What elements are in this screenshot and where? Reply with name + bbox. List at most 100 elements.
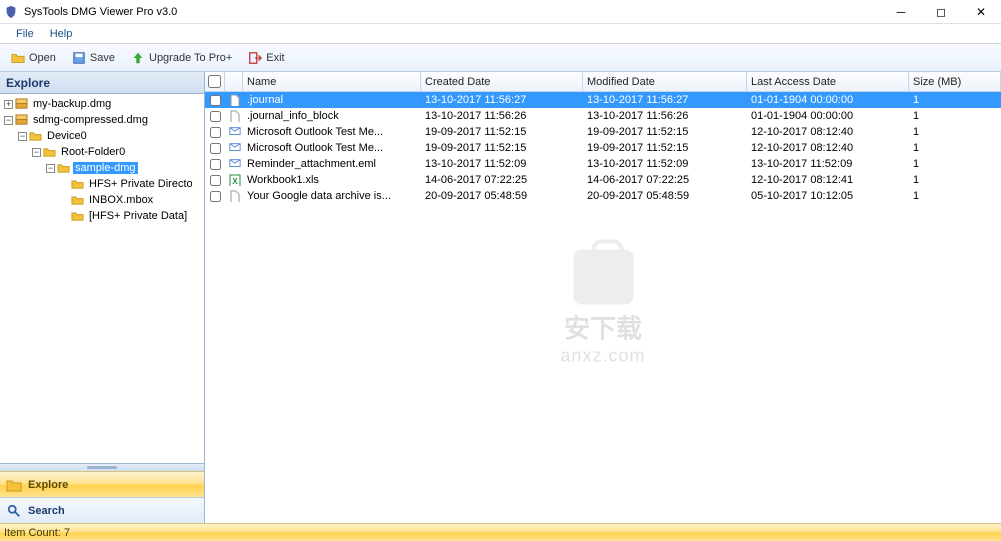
nav-search[interactable]: Search (0, 497, 204, 523)
tree-node[interactable]: − sdmg-compressed.dmg (0, 112, 204, 128)
tree-node[interactable]: + my-backup.dmg (0, 96, 204, 112)
row-checkbox[interactable] (205, 191, 225, 202)
window-title: SysTools DMG Viewer Pro v3.0 (24, 6, 881, 18)
cell-name: .journal_info_block (243, 110, 421, 122)
row-checkbox[interactable] (205, 143, 225, 154)
row-checkbox[interactable] (205, 127, 225, 138)
header-created[interactable]: Created Date (421, 72, 583, 91)
cell-created: 19-09-2017 11:52:15 (421, 126, 583, 138)
cell-access: 12-10-2017 08:12:41 (747, 174, 909, 186)
nav-explore-label: Explore (28, 479, 68, 491)
cell-created: 20-09-2017 05:48:59 (421, 190, 583, 202)
cell-name: Microsoft Outlook Test Me... (243, 126, 421, 138)
save-icon (72, 51, 86, 65)
expand-toggle[interactable]: + (4, 100, 13, 109)
cell-created: 14-06-2017 07:22:25 (421, 174, 583, 186)
cell-access: 01-01-1904 00:00:00 (747, 94, 909, 106)
cell-access: 05-10-2017 10:12:05 (747, 190, 909, 202)
tree-node-label: HFS+ Private Directo (87, 178, 195, 190)
exit-button[interactable]: Exit (241, 48, 291, 68)
tree-view[interactable]: +my-backup.dmg−sdmg-compressed.dmg−Devic… (0, 94, 204, 463)
tree-node-label: [HFS+ Private Data] (87, 210, 189, 222)
search-icon (6, 504, 22, 518)
table-row[interactable]: Your Google data archive is...20-09-2017… (205, 188, 1001, 204)
sidebar: Explore +my-backup.dmg−sdmg-compressed.d… (0, 72, 205, 523)
tree-node[interactable]: [HFS+ Private Data] (0, 208, 204, 224)
close-button[interactable]: ✕ (961, 0, 1001, 24)
tree-node-label: INBOX.mbox (87, 194, 155, 206)
item-count: Item Count: 7 (4, 527, 70, 539)
cell-created: 19-09-2017 11:52:15 (421, 142, 583, 154)
table-row[interactable]: .journal13-10-2017 11:56:2713-10-2017 11… (205, 92, 1001, 108)
cell-size: 1 (909, 190, 1001, 202)
row-checkbox[interactable] (205, 111, 225, 122)
exit-icon (248, 51, 262, 65)
table-row[interactable]: XWorkbook1.xls14-06-2017 07:22:2514-06-2… (205, 172, 1001, 188)
tree-node-label: sample-dmg (73, 162, 138, 174)
cell-access: 13-10-2017 11:52:09 (747, 158, 909, 170)
file-list: Name Created Date Modified Date Last Acc… (205, 72, 1001, 523)
cell-modified: 13-10-2017 11:56:27 (583, 94, 747, 106)
list-body[interactable]: 安下载 anxz.com .journal13-10-2017 11:56:27… (205, 92, 1001, 523)
folder-icon (71, 194, 84, 206)
cell-name: Workbook1.xls (243, 174, 421, 186)
save-label: Save (90, 52, 115, 64)
cell-access: 12-10-2017 08:12:40 (747, 142, 909, 154)
cell-created: 13-10-2017 11:56:27 (421, 94, 583, 106)
file-type-icon (225, 190, 243, 202)
save-button[interactable]: Save (65, 48, 122, 68)
header-access[interactable]: Last Access Date (747, 72, 909, 91)
upgrade-button[interactable]: Upgrade To Pro+ (124, 48, 239, 68)
exit-label: Exit (266, 52, 284, 64)
header-name[interactable]: Name (243, 72, 421, 91)
sidebar-header: Explore (0, 72, 204, 94)
table-row[interactable]: Microsoft Outlook Test Me...19-09-2017 1… (205, 124, 1001, 140)
watermark: 安下载 anxz.com (560, 249, 645, 366)
app-icon (4, 5, 18, 19)
header-icon-col (225, 72, 243, 91)
header-checkbox[interactable] (205, 72, 225, 91)
nav-search-label: Search (28, 505, 65, 517)
table-row[interactable]: Reminder_attachment.eml13-10-2017 11:52:… (205, 156, 1001, 172)
expand-toggle[interactable]: − (32, 148, 41, 157)
menu-help[interactable]: Help (42, 26, 81, 42)
row-checkbox[interactable] (205, 175, 225, 186)
cell-access: 12-10-2017 08:12:40 (747, 126, 909, 138)
tree-node-label: Root-Folder0 (59, 146, 127, 158)
cell-modified: 20-09-2017 05:48:59 (583, 190, 747, 202)
menu-file[interactable]: File (8, 26, 42, 42)
tree-node[interactable]: − sample-dmg (0, 160, 204, 176)
tree-node-label: sdmg-compressed.dmg (31, 114, 150, 126)
maximize-button[interactable]: ◻ (921, 0, 961, 24)
row-checkbox[interactable] (205, 159, 225, 170)
folder-icon (71, 178, 84, 190)
folder-icon (6, 478, 22, 492)
open-button[interactable]: Open (4, 48, 63, 68)
cell-name: .journal (243, 94, 421, 106)
table-row[interactable]: .journal_info_block13-10-2017 11:56:2613… (205, 108, 1001, 124)
tree-node[interactable]: − Root-Folder0 (0, 144, 204, 160)
tree-node[interactable]: HFS+ Private Directo (0, 176, 204, 192)
expand-toggle[interactable]: − (4, 116, 13, 125)
expand-toggle[interactable]: − (46, 164, 55, 173)
nav-explore[interactable]: Explore (0, 471, 204, 497)
sidebar-splitter[interactable] (0, 463, 204, 471)
file-type-icon: X (225, 174, 243, 186)
table-row[interactable]: Microsoft Outlook Test Me...19-09-2017 1… (205, 140, 1001, 156)
dmg-icon (15, 98, 28, 110)
cell-access: 01-01-1904 00:00:00 (747, 110, 909, 122)
tree-node-label: Device0 (45, 130, 89, 142)
title-bar: SysTools DMG Viewer Pro v3.0 ─ ◻ ✕ (0, 0, 1001, 24)
tree-node-label: my-backup.dmg (31, 98, 113, 110)
expand-toggle[interactable]: − (18, 132, 27, 141)
cell-modified: 13-10-2017 11:56:26 (583, 110, 747, 122)
file-type-icon (225, 110, 243, 122)
header-modified[interactable]: Modified Date (583, 72, 747, 91)
tree-node[interactable]: − Device0 (0, 128, 204, 144)
status-bar: Item Count: 7 (0, 523, 1001, 541)
tree-node[interactable]: INBOX.mbox (0, 192, 204, 208)
minimize-button[interactable]: ─ (881, 0, 921, 24)
row-checkbox[interactable] (205, 95, 225, 106)
header-size[interactable]: Size (MB) (909, 72, 1001, 91)
cell-modified: 19-09-2017 11:52:15 (583, 126, 747, 138)
